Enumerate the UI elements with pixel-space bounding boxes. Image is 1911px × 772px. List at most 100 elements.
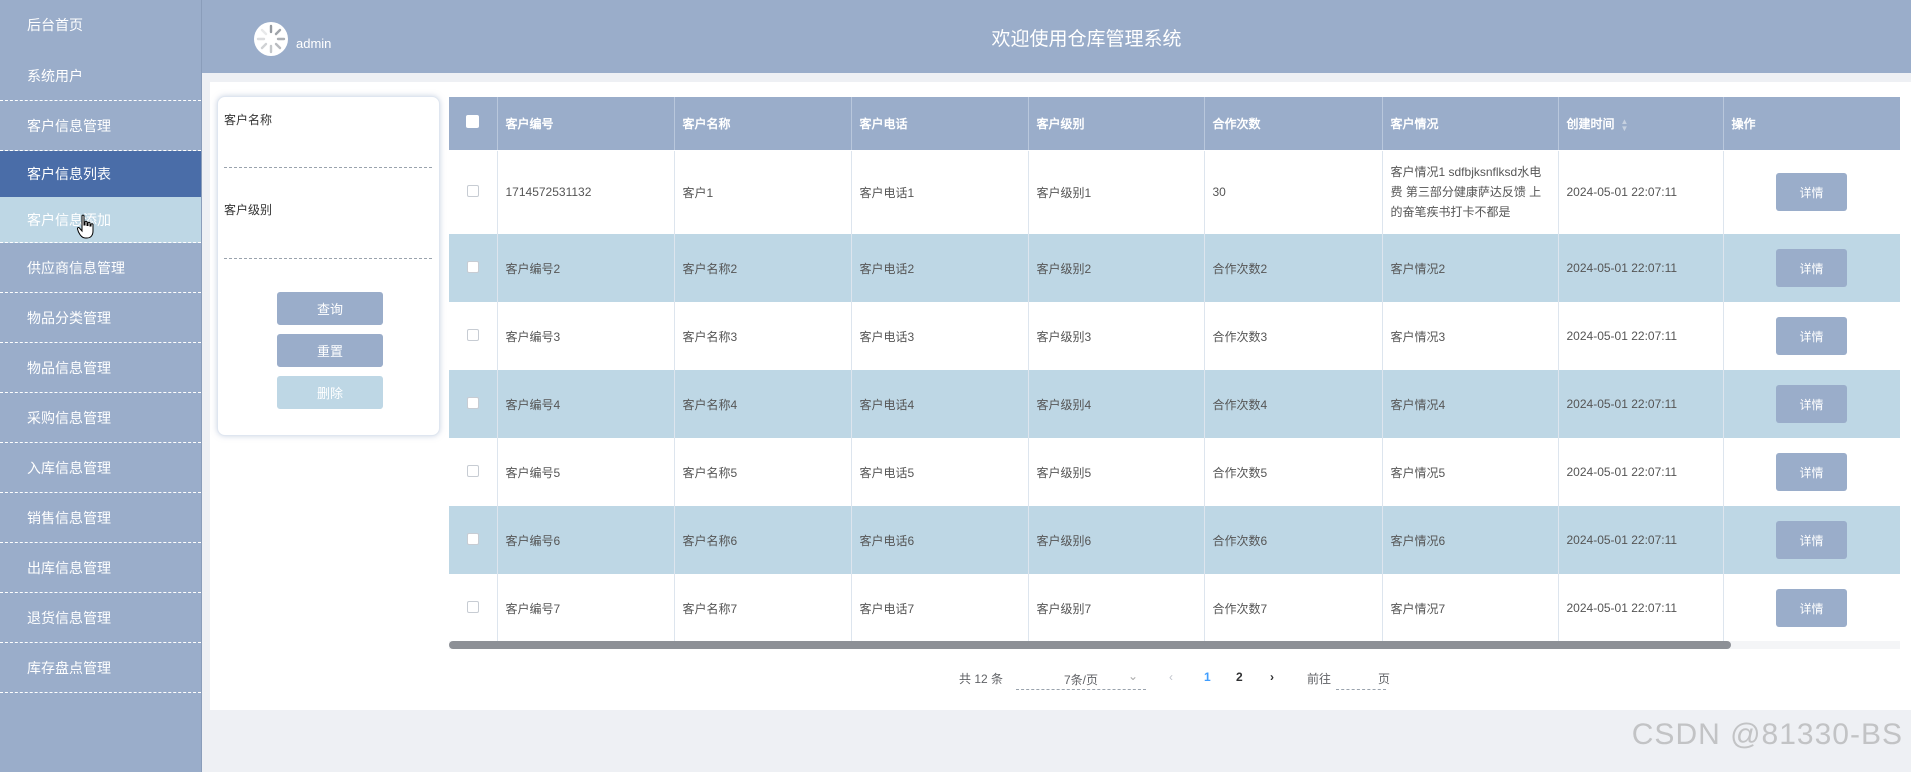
delete-button[interactable]: 删除	[277, 376, 383, 409]
cell-count: 合作次数3	[1204, 302, 1383, 370]
table-row: 客户编号6 客户名称6 客户电话6 客户级别6 合作次数6 客户情况6 2024…	[449, 506, 1900, 574]
column-header-actions: 操作	[1723, 97, 1900, 151]
detail-button[interactable]: 详情	[1776, 453, 1847, 491]
sidebar: 后台首页 系统用户 客户信息管理 客户信息列表 客户信息添加 供应商信息管理 物…	[0, 0, 202, 772]
chevron-right-icon[interactable]: ›	[1270, 670, 1274, 684]
cell-situation: 客户情况2	[1382, 234, 1559, 302]
column-header-level: 客户级别	[1028, 97, 1205, 151]
detail-button[interactable]: 详情	[1776, 173, 1847, 212]
sidebar-item-customer-list[interactable]: 客户信息列表	[0, 151, 201, 197]
page-size-select[interactable]: 7条/页 ⌄	[1016, 666, 1146, 690]
column-header-situation: 客户情况	[1382, 97, 1559, 151]
cell-situation: 客户情况1 sdfbjksnflksd水电费 第三部分健康萨达反馈 上的奋笔疾书…	[1382, 150, 1559, 234]
detail-button[interactable]: 详情	[1776, 249, 1847, 287]
customer-name-input[interactable]	[224, 146, 432, 168]
row-checkbox[interactable]	[466, 464, 479, 477]
cell-id: 客户编号7	[497, 574, 675, 642]
row-checkbox-cell	[449, 370, 498, 438]
table-header-row: 客户编号 客户名称 客户电话 客户级别 合作次数 客户情况 创建时间 ▲ ▼ 操作	[449, 97, 1900, 151]
page-1-button[interactable]: 1	[1204, 670, 1211, 684]
sidebar-item-customer-management[interactable]: 客户信息管理	[0, 101, 201, 151]
cell-situation: 客户情况4	[1382, 370, 1559, 438]
table-row: 客户编号5 客户名称5 客户电话5 客户级别5 合作次数5 客户情况5 2024…	[449, 438, 1900, 506]
column-header-name: 客户名称	[674, 97, 852, 151]
cell-level: 客户级别5	[1028, 438, 1205, 506]
row-checkbox[interactable]	[466, 532, 479, 545]
sidebar-item-purchase-management[interactable]: 采购信息管理	[0, 393, 201, 443]
page-size-value: 7条/页	[1064, 673, 1099, 687]
cell-phone: 客户电话2	[851, 234, 1029, 302]
row-checkbox[interactable]	[466, 260, 479, 273]
customer-table: 客户编号 客户名称 客户电话 客户级别 合作次数 客户情况 创建时间 ▲ ▼ 操作 …	[449, 97, 1900, 643]
customer-level-input[interactable]	[224, 237, 432, 259]
row-checkbox[interactable]	[466, 328, 479, 341]
column-header-count: 合作次数	[1204, 97, 1383, 151]
sort-icon[interactable]: ▲ ▼	[1621, 117, 1629, 132]
reset-button[interactable]: 重置	[277, 334, 383, 367]
sidebar-item-inbound-management[interactable]: 入库信息管理	[0, 443, 201, 493]
page-suffix-label: 页	[1378, 672, 1391, 686]
cell-id: 客户编号2	[497, 234, 675, 302]
scrollbar-thumb[interactable]	[449, 641, 1731, 649]
detail-button[interactable]: 详情	[1776, 317, 1847, 355]
table-row: 客户编号7 客户名称7 客户电话7 客户级别7 合作次数7 客户情况7 2024…	[449, 574, 1900, 642]
cell-phone: 客户电话7	[851, 574, 1029, 642]
column-header-phone: 客户电话	[851, 97, 1029, 151]
cell-actions: 详情	[1723, 438, 1900, 506]
sidebar-item-inventory-management[interactable]: 库存盘点管理	[0, 643, 201, 693]
cell-level: 客户级别7	[1028, 574, 1205, 642]
detail-button[interactable]: 详情	[1776, 521, 1847, 559]
cell-id: 客户编号3	[497, 302, 675, 370]
cell-level: 客户级别4	[1028, 370, 1205, 438]
detail-button[interactable]: 详情	[1776, 385, 1847, 423]
cell-phone: 客户电话6	[851, 506, 1029, 574]
table-row: 客户编号2 客户名称2 客户电话2 客户级别2 合作次数2 客户情况2 2024…	[449, 234, 1900, 302]
hand-cursor-icon	[77, 214, 94, 239]
row-checkbox[interactable]	[466, 184, 479, 197]
row-checkbox[interactable]	[466, 396, 479, 409]
cell-created: 2024-05-01 22:07:11	[1558, 150, 1724, 234]
cell-phone: 客户电话5	[851, 438, 1029, 506]
sidebar-item-home[interactable]: 后台首页	[0, 0, 201, 51]
cell-count: 合作次数2	[1204, 234, 1383, 302]
goto-label: 前往	[1307, 672, 1332, 686]
column-header-created-label: 创建时间	[1566, 116, 1615, 131]
column-header-created[interactable]: 创建时间 ▲ ▼	[1558, 97, 1724, 151]
row-checkbox-cell	[449, 506, 498, 574]
detail-button[interactable]: 详情	[1776, 589, 1847, 627]
cell-level: 客户级别1	[1028, 150, 1205, 234]
cell-created: 2024-05-01 22:07:11	[1558, 302, 1724, 370]
cell-name: 客户名称6	[674, 506, 852, 574]
sidebar-item-supplier-management[interactable]: 供应商信息管理	[0, 243, 201, 293]
cell-count: 合作次数6	[1204, 506, 1383, 574]
cell-id: 客户编号4	[497, 370, 675, 438]
cell-actions: 详情	[1723, 150, 1900, 234]
sidebar-item-category-management[interactable]: 物品分类管理	[0, 293, 201, 343]
horizontal-scrollbar[interactable]	[449, 641, 1900, 649]
sidebar-item-outbound-management[interactable]: 出库信息管理	[0, 543, 201, 593]
select-all-checkbox[interactable]	[466, 115, 480, 129]
sidebar-item-customer-add[interactable]: 客户信息添加	[0, 197, 201, 243]
cell-situation: 客户情况5	[1382, 438, 1559, 506]
cell-created: 2024-05-01 22:07:11	[1558, 370, 1724, 438]
cell-name: 客户名称3	[674, 302, 852, 370]
sidebar-item-goods-management[interactable]: 物品信息管理	[0, 343, 201, 393]
row-checkbox-cell	[449, 302, 498, 370]
cell-actions: 详情	[1723, 234, 1900, 302]
chevron-left-icon[interactable]: ‹	[1169, 670, 1173, 684]
row-checkbox-cell	[449, 574, 498, 642]
chevron-down-icon: ⌄	[1127, 669, 1138, 683]
pagination-total: 共 12 条	[959, 672, 1004, 686]
sidebar-item-system-users[interactable]: 系统用户	[0, 51, 201, 101]
cell-actions: 详情	[1723, 506, 1900, 574]
page-title: 欢迎使用仓库管理系统	[991, 29, 1182, 50]
cell-created: 2024-05-01 22:07:11	[1558, 234, 1724, 302]
cell-actions: 详情	[1723, 370, 1900, 438]
row-checkbox[interactable]	[466, 600, 479, 613]
query-button[interactable]: 查询	[277, 292, 383, 325]
page-2-button[interactable]: 2	[1236, 670, 1243, 684]
cell-level: 客户级别2	[1028, 234, 1205, 302]
cell-actions: 详情	[1723, 302, 1900, 370]
sidebar-item-sales-management[interactable]: 销售信息管理	[0, 493, 201, 543]
sidebar-item-return-management[interactable]: 退货信息管理	[0, 593, 201, 643]
